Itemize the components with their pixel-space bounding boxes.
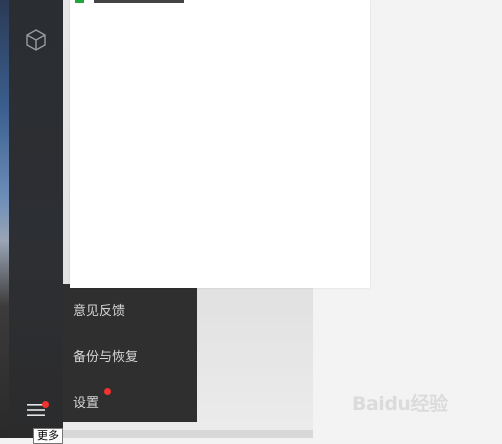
menu-item-backup-restore[interactable]: 备份与恢复: [73, 346, 138, 365]
sidebar: [9, 0, 63, 438]
watermark: Baidu经验: [352, 382, 492, 422]
menu-item-settings[interactable]: 设置: [73, 392, 99, 411]
baidu-paw-icon: [352, 382, 353, 383]
popup-header-fragment: [75, 0, 235, 4]
more-menu: 意见反馈 备份与恢复 设置: [63, 284, 197, 422]
desktop-background-strip: [0, 0, 9, 438]
menu-item-label: 备份与恢复: [73, 350, 139, 365]
menu-notification-dot: [42, 401, 49, 408]
cube-icon[interactable]: [21, 25, 51, 55]
menu-item-label: 意见反馈: [73, 304, 126, 319]
checkbox-icon: [75, 0, 84, 3]
taskbar-strip: [63, 430, 313, 438]
menu-item-label: 设置: [73, 396, 100, 411]
header-text-fragment: [94, 0, 184, 3]
popup-panel: [70, 0, 370, 288]
watermark-text: Baidu经验: [352, 392, 448, 415]
more-tooltip: 更多: [33, 428, 63, 444]
settings-notification-dot: [104, 388, 111, 395]
menu-item-feedback[interactable]: 意见反馈: [73, 300, 125, 319]
